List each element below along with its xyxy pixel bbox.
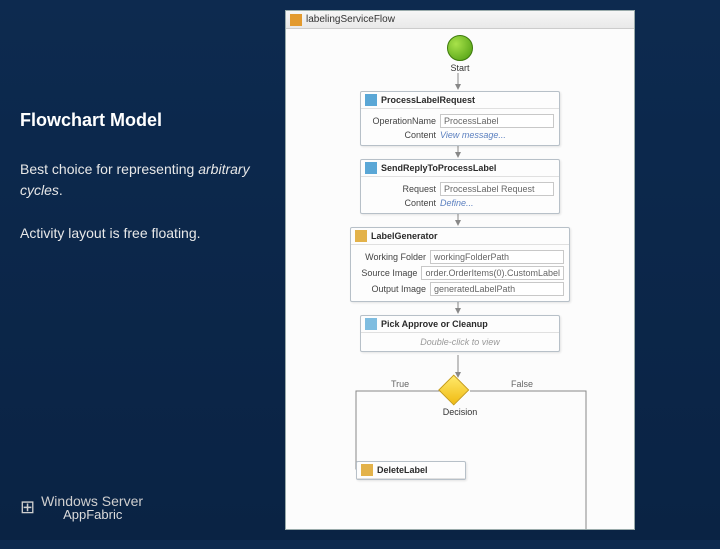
decision-node[interactable]: Decision (443, 379, 478, 417)
receive-activity[interactable]: ProcessLabelRequest OperationName Proces… (360, 91, 560, 146)
folder-icon (361, 464, 373, 476)
activity-title: DeleteLabel (377, 465, 428, 475)
label-generator-activity[interactable]: LabelGenerator Working Folder workingFol… (350, 227, 570, 302)
output-image-field[interactable]: generatedLabelPath (430, 282, 564, 296)
activity-title: ProcessLabelRequest (381, 95, 475, 105)
collapsed-hint: Double-click to view (361, 333, 559, 351)
field-label: Content (366, 198, 436, 208)
field-label: OperationName (366, 116, 436, 126)
slide-text-1: Best choice for representing arbitrary c… (20, 159, 270, 201)
start-icon (447, 35, 473, 61)
source-image-field[interactable]: order.OrderItems(0).CustomLabel (421, 266, 564, 280)
windows-icon: ⊞ (20, 497, 35, 518)
receive-icon (365, 94, 377, 106)
start-node[interactable]: Start (447, 35, 473, 73)
activity-title: LabelGenerator (371, 231, 438, 241)
start-label: Start (447, 63, 473, 73)
field-label: Request (366, 184, 436, 194)
branch-true-label: True (391, 379, 409, 389)
activity-title: SendReplyToProcessLabel (381, 163, 496, 173)
decision-label: Decision (443, 407, 478, 417)
folder-icon (355, 230, 367, 242)
send-reply-activity[interactable]: SendReplyToProcessLabel Request ProcessL… (360, 159, 560, 214)
activity-title: Pick Approve or Cleanup (381, 319, 488, 329)
workflow-designer[interactable]: labelingServiceFlow Start ProcessLabelRe… (285, 10, 635, 530)
operation-name-field[interactable]: ProcessLabel (440, 114, 554, 128)
pick-activity[interactable]: Pick Approve or Cleanup Double-click to … (360, 315, 560, 352)
working-folder-field[interactable]: workingFolderPath (430, 250, 564, 264)
field-label: Content (366, 130, 436, 140)
field-label: Working Folder (356, 252, 426, 262)
send-icon (365, 162, 377, 174)
view-message-link[interactable]: View message... (440, 130, 554, 140)
decision-icon (438, 374, 469, 405)
define-link[interactable]: Define... (440, 198, 554, 208)
designer-title: labelingServiceFlow (306, 14, 395, 25)
pick-icon (365, 318, 377, 330)
request-field[interactable]: ProcessLabel Request (440, 182, 554, 196)
text: Best choice for representing (20, 161, 198, 177)
field-label: Output Image (356, 284, 426, 294)
designer-titlebar: labelingServiceFlow (286, 11, 634, 29)
logo-sub: AppFabric (63, 507, 143, 522)
delete-label-activity[interactable]: DeleteLabel (356, 461, 466, 480)
flowchart-icon (290, 14, 302, 26)
designer-canvas[interactable]: Start ProcessLabelRequest OperationName … (286, 29, 634, 529)
slide-heading: Flowchart Model (20, 110, 270, 131)
field-label: Source Image (356, 268, 417, 278)
text: . (59, 182, 63, 198)
branch-false-label: False (511, 379, 533, 389)
slide-text-2: Activity layout is free floating. (20, 223, 270, 244)
product-logo: ⊞ Windows Server AppFabric (20, 493, 143, 522)
